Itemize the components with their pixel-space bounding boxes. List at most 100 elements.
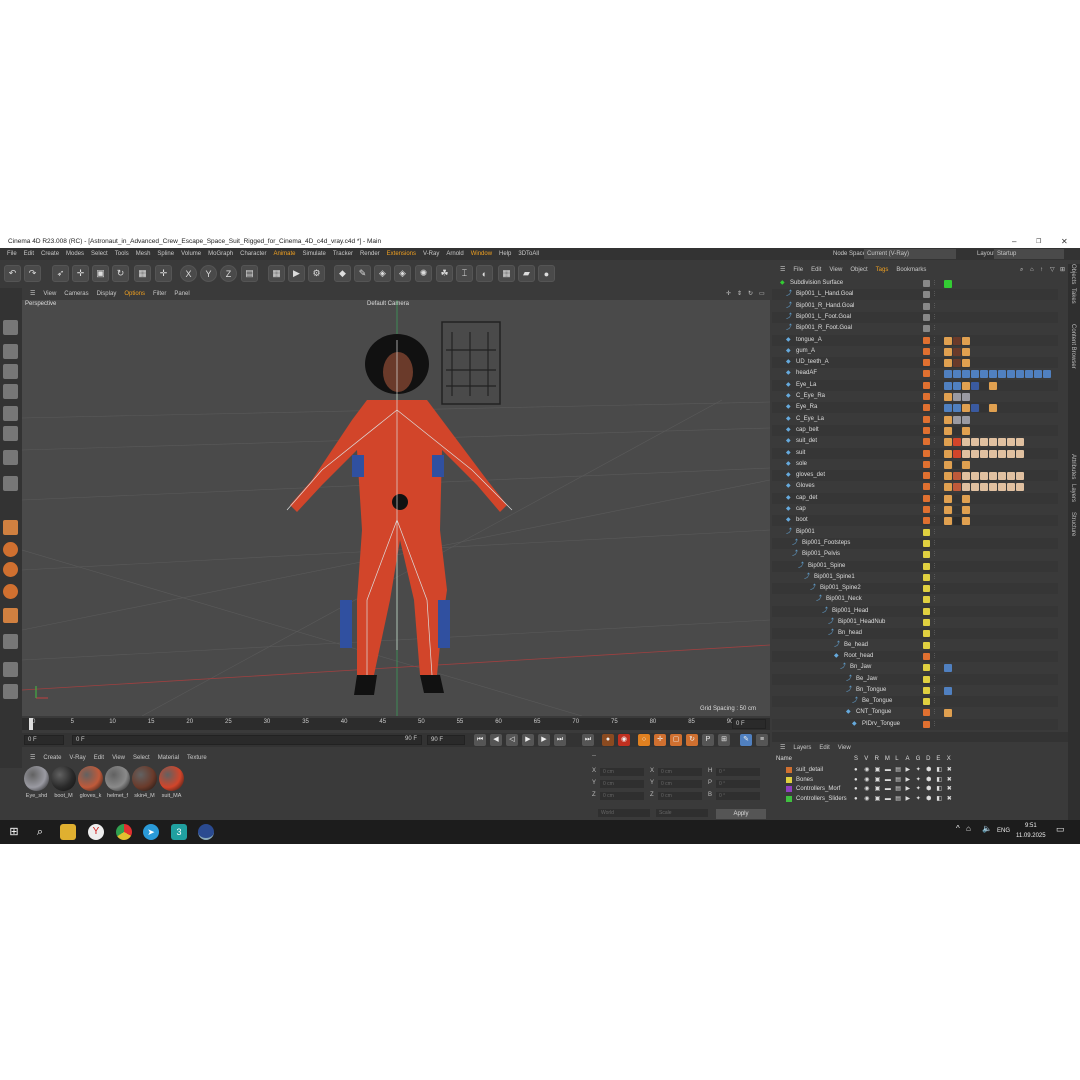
visibility-toggle-icon[interactable]: ⋮ [932, 674, 937, 685]
layer-toggle-icon[interactable]: ▶ [906, 775, 911, 785]
object-tag-icon[interactable] [944, 426, 952, 435]
material-preview[interactable] [105, 766, 130, 791]
material-swatch[interactable]: skin4_M [132, 766, 157, 799]
tray-chevron-icon[interactable]: ^ [956, 824, 960, 833]
object-menu-object[interactable]: Object [850, 267, 867, 273]
object-tag-icon[interactable] [1007, 483, 1015, 492]
scale-icon[interactable]: ▣ [92, 265, 109, 282]
coord-field[interactable]: 0 cm [600, 792, 644, 800]
current-frame-field[interactable]: 0 F [72, 735, 422, 745]
cinema4d-taskbar-icon[interactable] [198, 824, 214, 840]
layer-toggle-icon[interactable]: ✦ [916, 794, 921, 804]
object-tag-icon[interactable] [944, 472, 952, 481]
visibility-toggle-icon[interactable]: ⋮ [932, 685, 937, 696]
object-name[interactable]: Bip001_L_Hand.Goal [796, 289, 853, 300]
layer-toggle-icon[interactable]: ✦ [916, 775, 921, 785]
environment-icon[interactable]: ◐ [476, 265, 493, 282]
visibility-toggle-icon[interactable]: ⋮ [932, 402, 937, 413]
param-key-icon[interactable]: P [702, 734, 714, 746]
menu-item-volume[interactable]: Volume [181, 248, 201, 260]
object-row[interactable]: ◆ PIDrv_Tongue ⋮ [772, 718, 1058, 730]
object-row[interactable]: ⤴ Bip001_R_Foot.Goal ⋮ [772, 323, 1058, 334]
object-name[interactable]: Root_head [844, 651, 873, 662]
object-tag-icon[interactable] [1034, 370, 1042, 379]
object-name[interactable]: suit_det [796, 436, 817, 447]
layer-toggle-icon[interactable]: ◧ [936, 784, 942, 794]
subdivision-icon[interactable]: ◈ [374, 265, 391, 282]
apply-button[interactable]: Apply [716, 809, 766, 819]
object-name[interactable]: Gloves [796, 481, 815, 492]
object-row[interactable]: ⤴ Bip001_L_Foot.Goal ⋮ [772, 311, 1058, 323]
scale-key-icon[interactable]: ▢ [670, 734, 682, 746]
object-name[interactable]: Bip001_Head [832, 606, 868, 617]
layer-name[interactable]: suit_detail [796, 765, 823, 775]
layer-toggle-icon[interactable]: ⬢ [926, 775, 931, 785]
object-name[interactable]: C_Eye_La [796, 414, 824, 425]
object-name[interactable]: Bip001_Spine1 [814, 572, 855, 583]
menu-item-animate[interactable]: Animate [273, 248, 295, 260]
object-tag-icon[interactable] [962, 404, 970, 413]
goto-keyframe-icon[interactable]: ⏭ [582, 734, 594, 746]
object-tag-icon[interactable] [1007, 438, 1015, 447]
coord-field[interactable]: 0 ° [716, 780, 760, 788]
object-name[interactable]: Bip001_R_Foot.Goal [796, 323, 852, 334]
object-name[interactable]: Be_Tongue [862, 696, 892, 707]
object-row[interactable]: ◆ C_Eye_Ra ⋮ [772, 391, 1058, 402]
object-name[interactable]: C_Eye_Ra [796, 391, 825, 402]
object-row[interactable]: ⤴ Bip001_Head ⋮ [772, 605, 1058, 617]
visibility-toggle-icon[interactable]: ⋮ [932, 391, 937, 402]
object-tag-icon[interactable] [971, 438, 979, 447]
object-layer-color[interactable] [923, 562, 930, 570]
object-tag-icon[interactable] [944, 449, 952, 458]
object-name[interactable]: Bip001_L_Foot.Goal [796, 312, 851, 323]
material-preview[interactable] [51, 766, 76, 791]
end-frame-field[interactable]: 90 F [427, 735, 465, 745]
object-tag-icon[interactable] [944, 381, 952, 390]
object-tag-icon[interactable] [962, 517, 970, 526]
object-row[interactable]: ⤴ Bip001_Spine1 ⋮ [772, 572, 1058, 583]
object-menu-tags[interactable]: Tags [876, 267, 889, 273]
object-name[interactable]: headAF [796, 368, 817, 379]
object-tag-icon[interactable] [962, 438, 970, 447]
object-row[interactable]: ⤴ Bn_head ⋮ [772, 628, 1058, 640]
object-row[interactable]: ◆ headAF ⋮ [772, 368, 1058, 379]
viewport-camera[interactable]: Default Camera [367, 301, 409, 307]
grid-lock-icon[interactable] [3, 662, 18, 677]
layer-toggle-icon[interactable]: ▣ [875, 784, 881, 794]
object-row[interactable]: ◆ suit ⋮ [772, 447, 1058, 459]
visibility-toggle-icon[interactable]: ⋮ [932, 606, 937, 617]
object-tag-icon[interactable] [1016, 370, 1024, 379]
layer-toggle-icon[interactable]: ✖ [947, 794, 952, 804]
object-layer-color[interactable] [923, 426, 930, 434]
volume-icon[interactable]: 🔈 [982, 824, 992, 833]
object-tag-icon[interactable] [953, 506, 961, 514]
array-icon[interactable]: ◈ [394, 265, 411, 282]
material-preview[interactable] [78, 766, 103, 791]
material-preview[interactable] [132, 766, 157, 791]
object-name[interactable]: Bn_Jaw [850, 662, 871, 673]
coord-field[interactable]: 0 cm [658, 780, 702, 788]
visibility-toggle-icon[interactable]: ⋮ [932, 504, 937, 515]
layer-toggle-icon[interactable]: ▤ [895, 794, 901, 804]
field-icon[interactable]: ✺ [415, 265, 432, 282]
object-tag-icon[interactable] [1016, 449, 1024, 458]
object-layer-color[interactable] [923, 370, 930, 378]
timeline-cursor[interactable] [29, 718, 33, 730]
object-layer-color[interactable] [923, 291, 930, 299]
layer-toggle-icon[interactable]: ⬢ [926, 794, 931, 804]
object-tag-icon[interactable] [953, 359, 961, 368]
language-indicator[interactable]: ENG [997, 828, 1010, 834]
object-tag-icon[interactable] [998, 438, 1006, 447]
visibility-toggle-icon[interactable]: ⋮ [932, 278, 937, 289]
visibility-toggle-icon[interactable]: ⋮ [932, 617, 937, 628]
object-layer-color[interactable] [923, 551, 930, 559]
object-tag-icon[interactable] [962, 506, 970, 514]
material-swatch[interactable]: suit_MA [159, 766, 184, 799]
object-row[interactable]: ◆ cap_belt ⋮ [772, 424, 1058, 436]
object-tag-icon[interactable] [962, 472, 970, 481]
solo-icon[interactable] [3, 542, 18, 557]
object-tag-icon[interactable] [971, 472, 979, 481]
frame-field[interactable]: 0 F [732, 719, 766, 729]
visibility-toggle-icon[interactable]: ⋮ [932, 335, 937, 346]
object-layer-color[interactable] [923, 280, 930, 287]
